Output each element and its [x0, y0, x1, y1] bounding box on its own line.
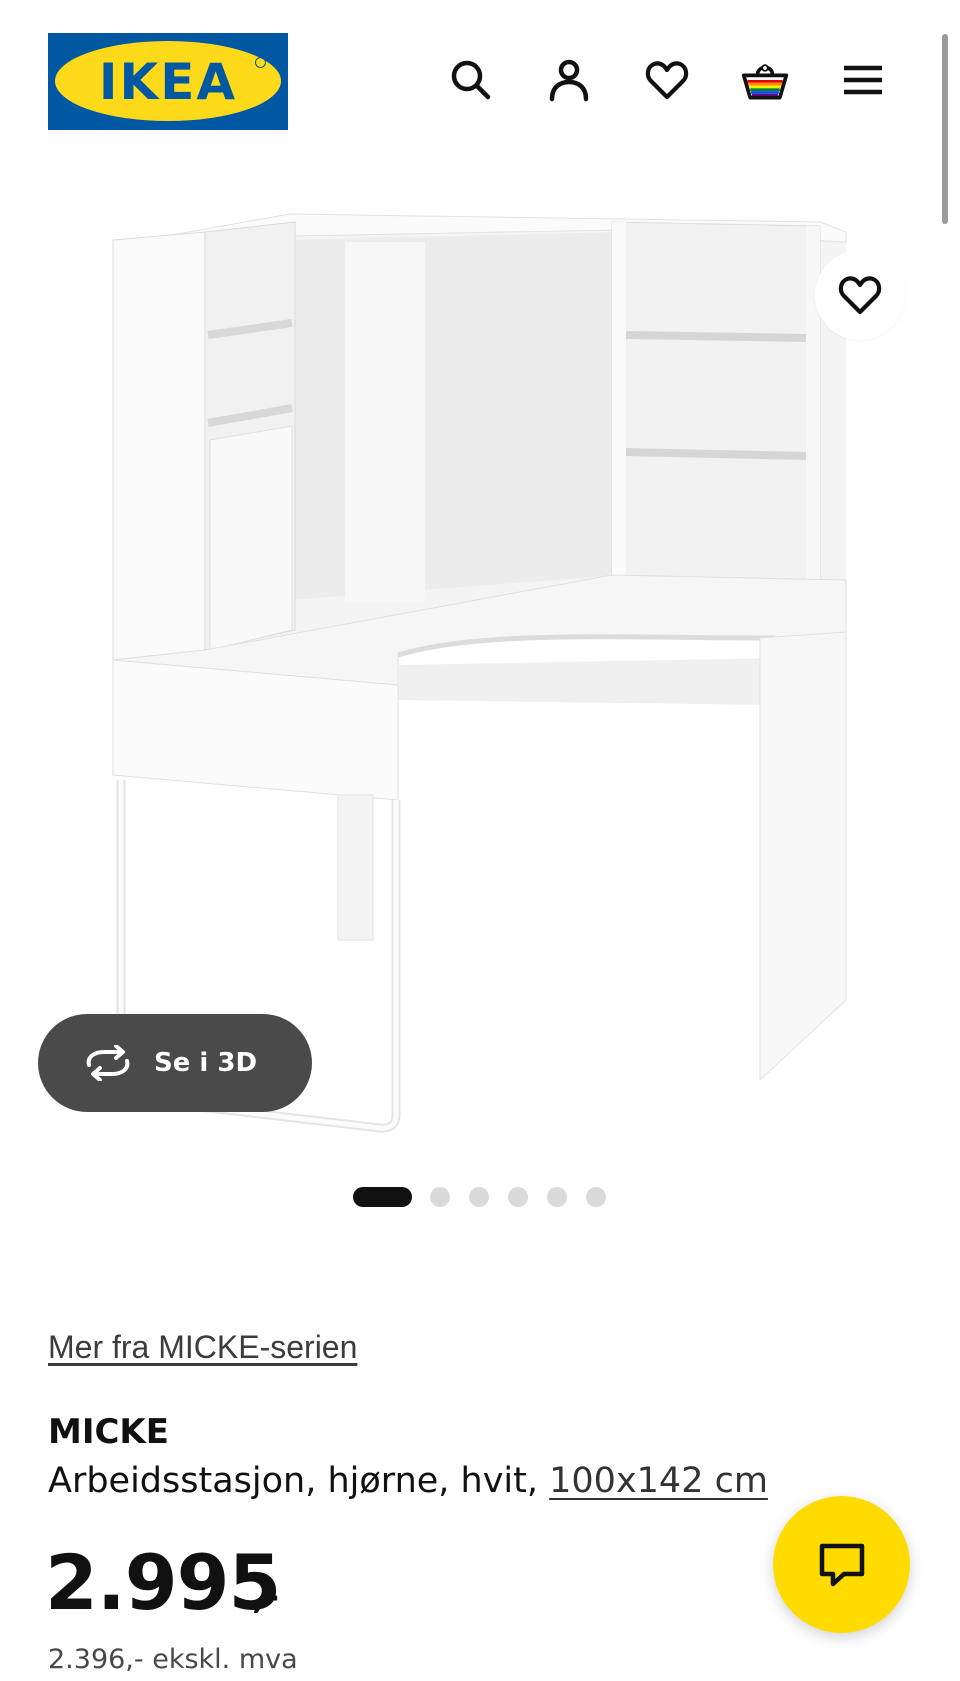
pagination-dot[interactable] — [430, 1187, 450, 1207]
pagination-dot[interactable] — [508, 1187, 528, 1207]
price-suffix: ,- — [252, 1577, 280, 1617]
product-type-text: Arbeidsstasjon, hjørne, hvit, — [48, 1461, 538, 1501]
wishlist-heart-icon[interactable] — [642, 55, 692, 105]
chat-bubble-icon — [819, 1543, 864, 1586]
pagination-dot-active[interactable] — [353, 1187, 412, 1207]
heart-icon — [838, 276, 882, 315]
pagination-dot[interactable] — [547, 1187, 567, 1207]
search-icon[interactable] — [446, 55, 496, 105]
view-in-3d-label: Se i 3D — [154, 1048, 258, 1078]
shopping-basket-icon[interactable] — [740, 55, 790, 105]
view-in-3d-button[interactable]: Se i 3D — [38, 1014, 312, 1112]
series-link[interactable]: Mer fra MICKE-serien — [48, 1329, 357, 1366]
rotate-3d-icon — [86, 1045, 130, 1081]
hamburger-menu-icon[interactable] — [838, 55, 888, 105]
ikea-logo[interactable]: IKEA — [48, 33, 288, 130]
image-pagination-dots — [0, 1184, 960, 1210]
account-icon[interactable] — [544, 55, 594, 105]
price-amount: 2.995 — [45, 1538, 281, 1627]
registered-mark-icon — [255, 57, 266, 68]
dimensions-link[interactable]: 100x142 cm — [549, 1461, 768, 1501]
product-description: Arbeidsstasjon, hjørne, hvit, 100x142 cm — [48, 1461, 768, 1501]
product-image-gallery[interactable]: Se i 3D — [0, 160, 960, 1207]
site-header: IKEA — [0, 0, 960, 160]
pagination-dot[interactable] — [586, 1187, 606, 1207]
pagination-dot[interactable] — [469, 1187, 489, 1207]
chat-button[interactable] — [773, 1496, 910, 1633]
price-excl-vat: 2.396,- ekskl. mva — [48, 1644, 298, 1675]
add-to-favourites-button[interactable] — [815, 250, 905, 340]
logo-wordmark: IKEA — [98, 52, 238, 111]
product-name: MICKE — [48, 1412, 170, 1452]
